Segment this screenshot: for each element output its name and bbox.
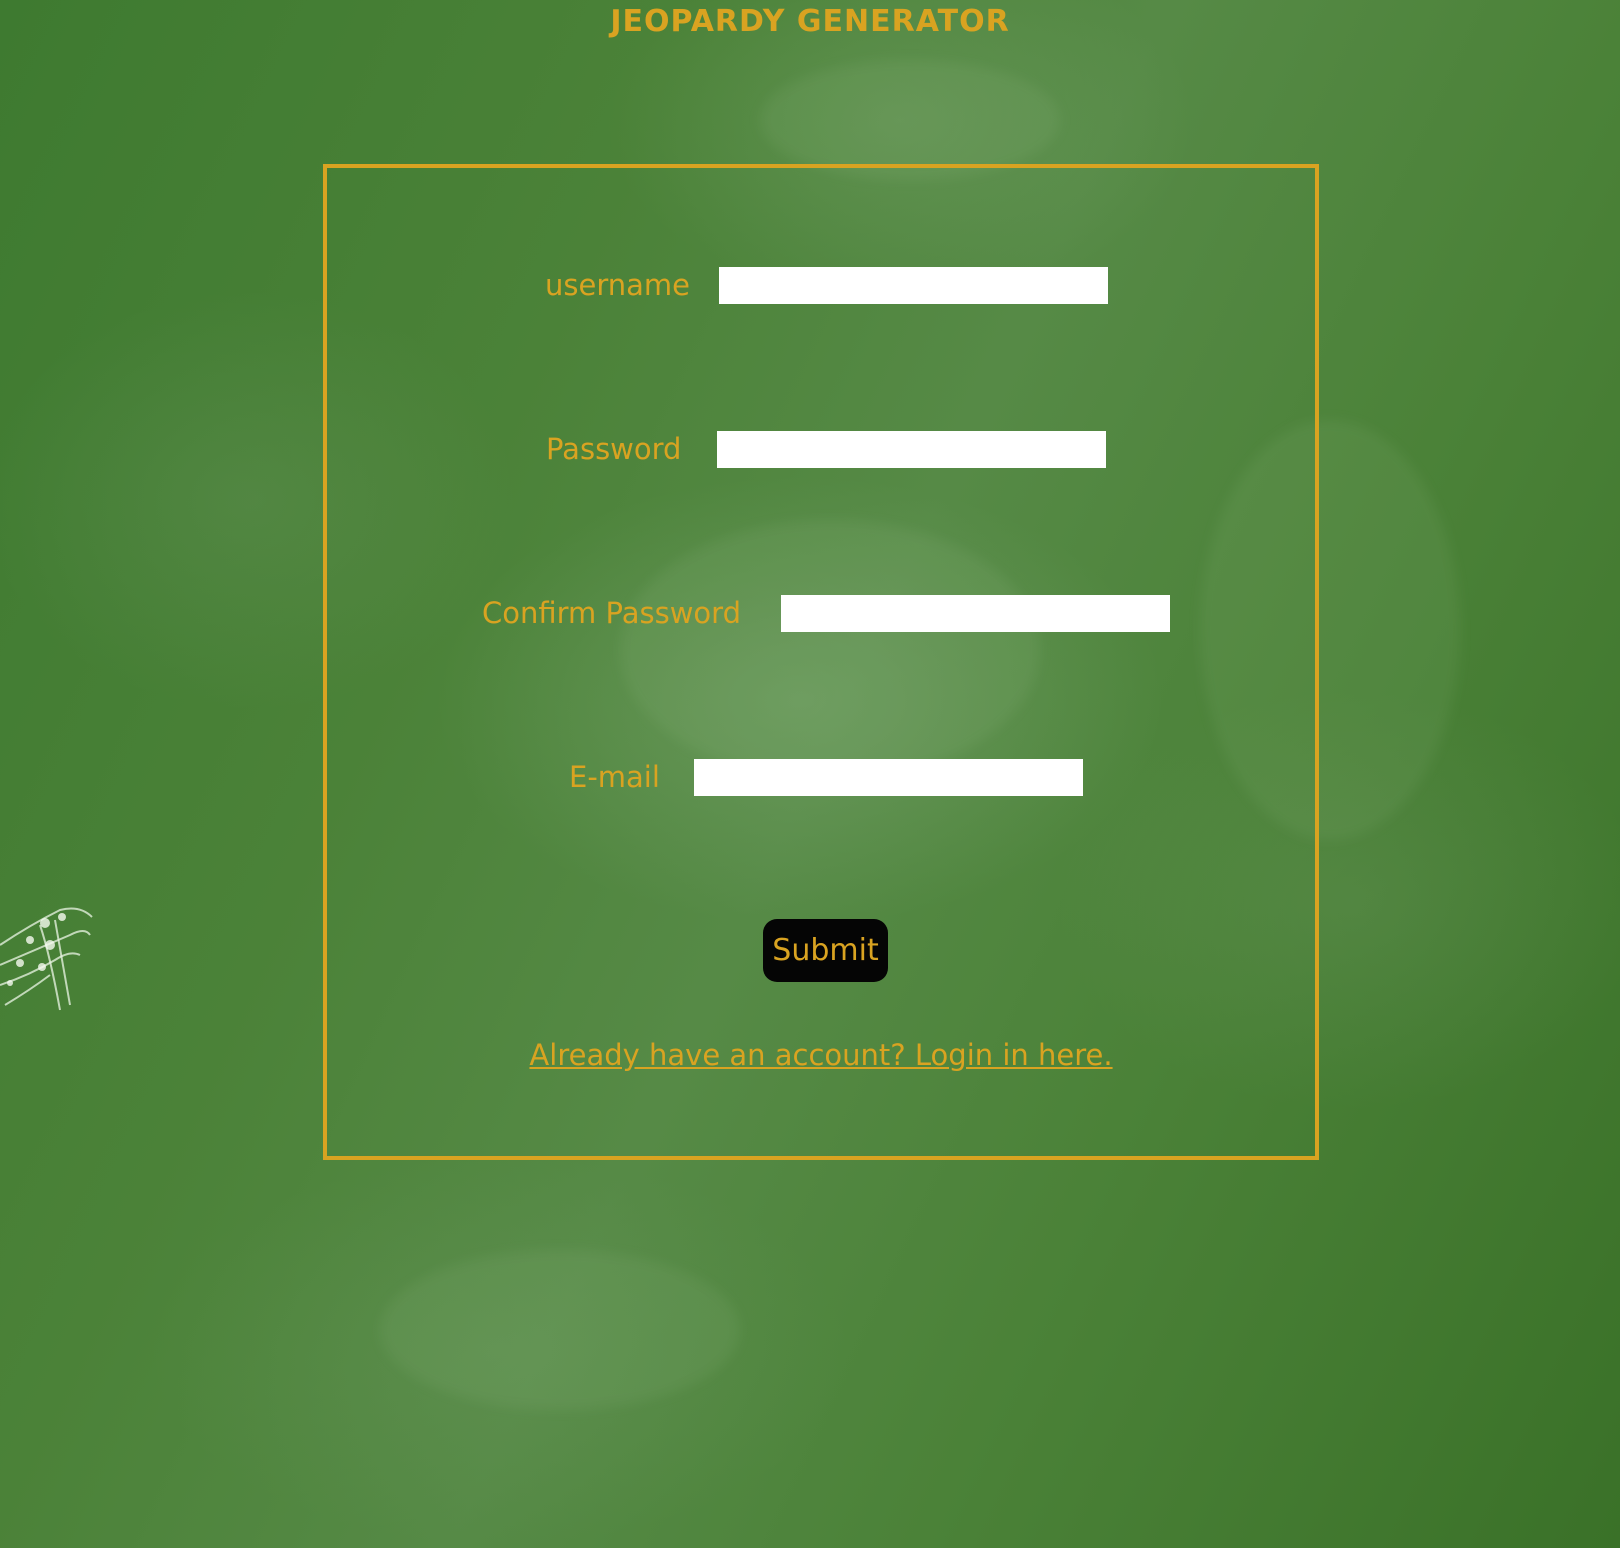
submit-button[interactable]: Submit xyxy=(763,919,888,982)
username-input[interactable] xyxy=(719,267,1108,304)
email-row: E-mail xyxy=(327,757,1315,797)
login-link[interactable]: Already have an account? Login in here. xyxy=(327,1038,1315,1072)
chalk-smudge-decoration xyxy=(0,907,93,1011)
confirm-password-input[interactable] xyxy=(781,595,1170,632)
page-title: JEOPARDY GENERATOR xyxy=(610,4,1010,39)
registration-form: username Password Confirm Password E-mai… xyxy=(323,164,1319,1160)
username-row: username xyxy=(327,265,1315,305)
password-row: Password xyxy=(327,429,1315,469)
email-input[interactable] xyxy=(694,759,1083,796)
password-input[interactable] xyxy=(717,431,1106,468)
password-label: Password xyxy=(546,432,682,466)
confirm-password-label: Confirm Password xyxy=(482,596,741,630)
confirm-password-row: Confirm Password xyxy=(327,593,1315,633)
username-label: username xyxy=(545,268,690,302)
email-label: E-mail xyxy=(569,760,660,794)
